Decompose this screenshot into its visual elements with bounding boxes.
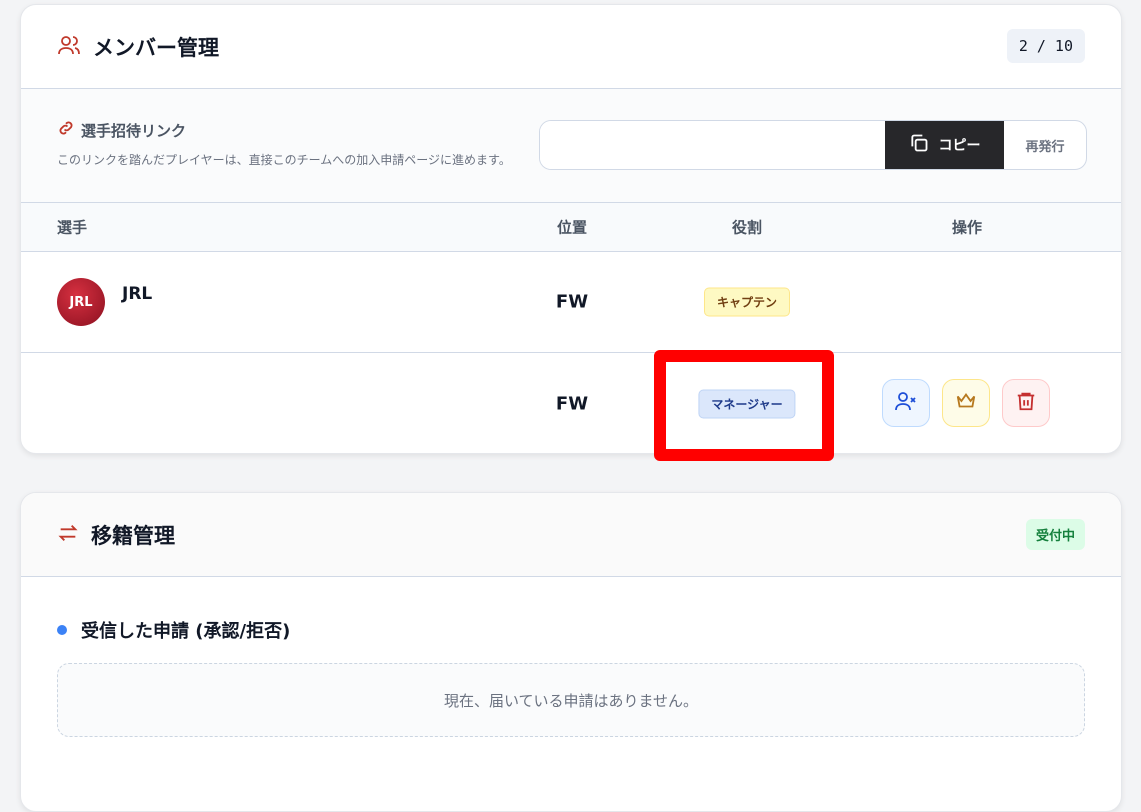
table-row: FW マネージャー xyxy=(21,353,1121,453)
invite-section: 選手招待リンク このリンクを踏んだプレイヤーは、直接このチームへの加入申請ページ… xyxy=(21,89,1121,203)
copy-icon xyxy=(909,133,929,157)
member-management-card: メンバー管理 2 / 10 選手招待リンク このリンクを踏んだプレイヤーは、直接… xyxy=(20,4,1122,454)
role-badge: マネージャー xyxy=(698,389,796,418)
member-count: 2 / 10 xyxy=(1006,29,1085,63)
col-position: 位置 xyxy=(556,218,588,237)
invite-link-group: コピー 再発行 xyxy=(539,120,1087,170)
col-actions: 操作 xyxy=(951,218,983,237)
player-position: FW xyxy=(555,291,589,313)
make-captain-button[interactable] xyxy=(942,379,990,427)
player-name[interactable]: JRL xyxy=(122,284,152,304)
remove-role-button[interactable] xyxy=(882,379,930,427)
empty-requests-message: 現在、届いている申請はありません。 xyxy=(57,663,1085,737)
table-row: JRL JRL FW キャプテン xyxy=(21,252,1121,353)
user-x-icon xyxy=(894,389,918,417)
col-role: 役割 xyxy=(731,218,763,237)
received-requests-title: 受信した申請 (承認/拒否) xyxy=(81,621,291,642)
member-header: メンバー管理 2 / 10 xyxy=(21,5,1121,89)
player-position: FW xyxy=(555,393,589,414)
transfer-title: 移籍管理 xyxy=(91,523,175,548)
crown-icon xyxy=(955,390,977,416)
table-header: 選手 位置 役割 操作 xyxy=(21,203,1121,252)
link-icon xyxy=(57,119,75,141)
invite-link-input[interactable] xyxy=(540,121,885,169)
reissue-button[interactable]: 再発行 xyxy=(1004,121,1086,169)
copy-button[interactable]: コピー xyxy=(885,121,1004,169)
avatar: JRL xyxy=(57,278,105,326)
page-title: メンバー管理 xyxy=(93,35,219,60)
transfer-arrows-icon xyxy=(57,522,79,548)
transfer-status-badge: 受付中 xyxy=(1025,519,1085,550)
col-player: 選手 xyxy=(57,218,88,237)
users-icon xyxy=(57,33,81,61)
invite-title: 選手招待リンク xyxy=(81,121,187,140)
trash-icon xyxy=(1015,390,1037,416)
delete-member-button[interactable] xyxy=(1002,379,1050,427)
role-badge: キャプテン xyxy=(703,287,791,317)
transfer-header: 移籍管理 受付中 xyxy=(21,493,1121,577)
transfer-management-card: 移籍管理 受付中 受信した申請 (承認/拒否) 現在、届いている申請はありません… xyxy=(20,492,1122,812)
bullet-dot-icon xyxy=(57,625,67,635)
copy-label: コピー xyxy=(938,138,981,154)
avatar-logo-text: JRL xyxy=(69,294,93,310)
